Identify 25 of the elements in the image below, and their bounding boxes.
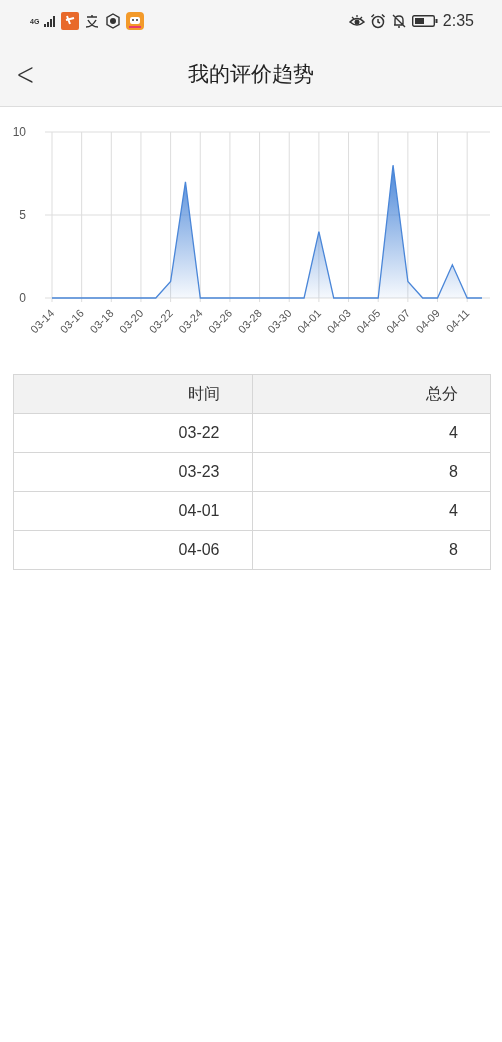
y-tick-label: 10	[12, 125, 26, 139]
table-cell: 04-06	[13, 530, 252, 570]
table-cell: 4	[252, 413, 491, 453]
battery-icon	[411, 15, 438, 27]
eye-icon	[348, 14, 365, 28]
table-cell: 03-22	[13, 413, 252, 453]
table-cell: 8	[252, 452, 491, 492]
column-header: 时间	[13, 374, 252, 414]
alarm-icon	[369, 13, 386, 29]
table-cell: 03-23	[13, 452, 252, 492]
y-tick-label: 5	[19, 208, 26, 222]
signal-icon	[44, 15, 57, 27]
column-header: 总分	[252, 374, 491, 414]
hexagon-icon	[105, 13, 122, 29]
page-title: 我的评价趋势	[188, 61, 314, 87]
translate-icon	[84, 13, 101, 29]
app-icon	[126, 12, 145, 30]
back-button[interactable]: <	[6, 55, 35, 93]
table-cell: 4	[252, 491, 491, 531]
clock-time: 2:35	[442, 12, 474, 30]
table-cell: 04-01	[13, 491, 252, 531]
table-cell: 8	[252, 530, 491, 570]
bell-off-icon	[390, 13, 407, 29]
y-tick-label: 0	[19, 291, 26, 305]
app-icon	[61, 12, 80, 30]
